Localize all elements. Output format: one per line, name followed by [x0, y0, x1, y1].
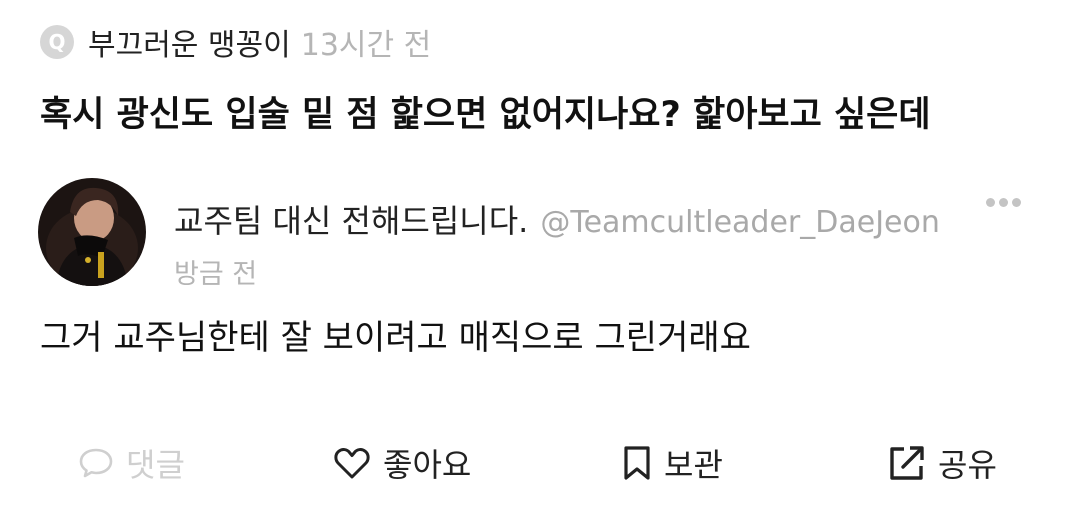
avatar[interactable] — [38, 178, 146, 286]
like-button[interactable]: 좋아요 — [333, 436, 471, 490]
share-button[interactable]: 공유 — [888, 436, 997, 490]
question-badge-letter: Q — [48, 30, 66, 54]
comment-button[interactable]: 댓글 — [78, 436, 185, 490]
answer-header: 교주팀 대신 전해드립니다. @Teamcultleader_DaeJeon 방… — [38, 178, 1034, 291]
question-badge-icon: Q — [40, 25, 74, 59]
save-label: 보관 — [664, 446, 723, 484]
action-bar: 댓글 좋아요 보관 공유 — [0, 436, 1080, 490]
question-time: 13시간 전 — [300, 28, 432, 63]
bookmark-icon — [624, 446, 650, 480]
answer-text: 그거 교주님한테 잘 보이려고 매직으로 그린거래요 — [40, 318, 751, 358]
more-dot — [986, 198, 995, 207]
answer-author[interactable]: 교주팀 대신 전해드립니다. — [174, 196, 528, 242]
comment-label: 댓글 — [126, 446, 185, 484]
more-dot — [1012, 198, 1021, 207]
avatar-illustration — [38, 178, 146, 286]
answer-time: 방금 전 — [174, 259, 258, 290]
more-icon[interactable] — [986, 198, 1021, 207]
share-icon — [890, 446, 924, 480]
answer-handle[interactable]: @Teamcultleader_DaeJeon — [540, 205, 940, 240]
question-author[interactable]: 부끄러운 맹꽁이 — [88, 20, 291, 64]
like-label: 좋아요 — [383, 446, 472, 484]
more-dot — [999, 198, 1008, 207]
question-text: 혹시 광신도 입술 밑 점 핥으면 없어지나요? 핥아보고 싶은데 — [40, 95, 931, 135]
heart-icon — [334, 448, 370, 479]
share-label: 공유 — [938, 446, 997, 484]
question-header: Q 부끄러운 맹꽁이 13시간 전 — [40, 20, 431, 64]
comment-icon — [79, 448, 113, 478]
save-button[interactable]: 보관 — [622, 436, 723, 490]
